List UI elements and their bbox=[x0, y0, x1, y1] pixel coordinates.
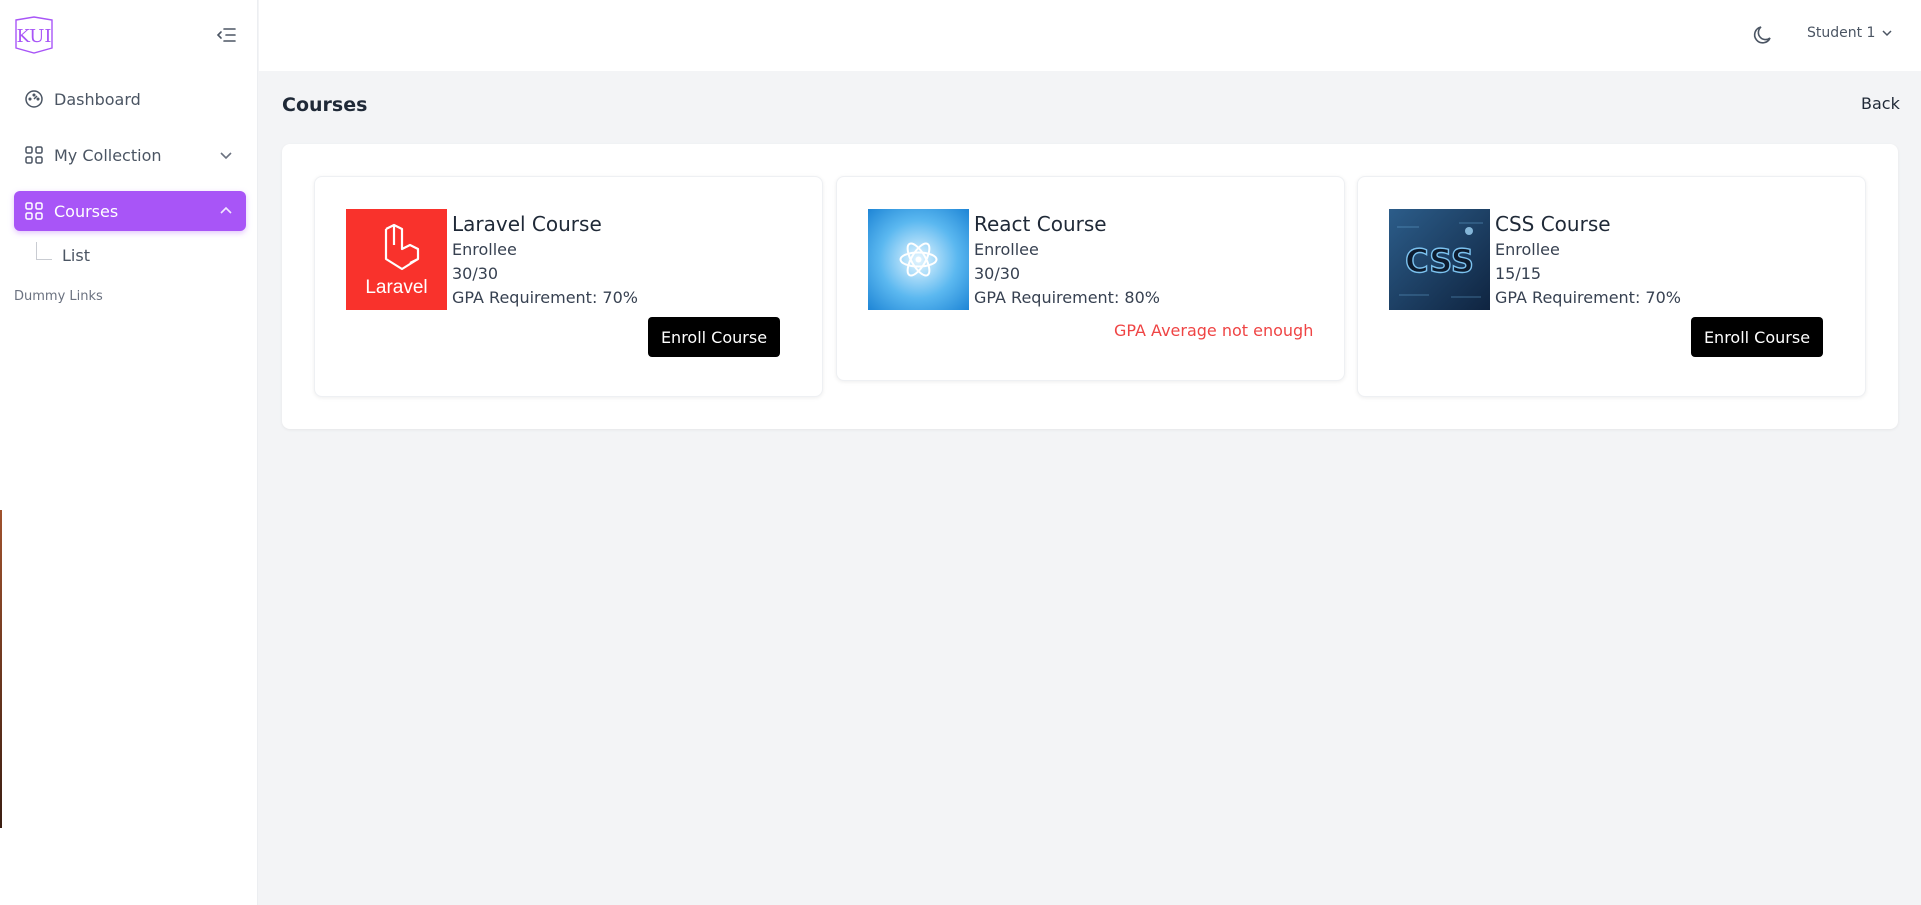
sidebar-item-label: Dashboard bbox=[54, 89, 141, 109]
grid-icon bbox=[24, 201, 44, 221]
tree-connector bbox=[36, 242, 52, 260]
chevron-up-icon bbox=[218, 203, 234, 219]
sidebar-subitem-label: List bbox=[62, 245, 90, 265]
sidebar-subitem-list[interactable]: List bbox=[36, 240, 90, 270]
moon-icon[interactable] bbox=[1750, 22, 1776, 48]
gpa-warning: GPA Average not enough bbox=[1114, 321, 1314, 340]
enrollee-count: 30/30 bbox=[974, 264, 1021, 283]
sidebar-item-label: My Collection bbox=[54, 145, 162, 165]
course-info: React Course Enrollee 30/30 GPA Requirem… bbox=[974, 210, 1160, 310]
background-edge bbox=[0, 510, 2, 828]
user-menu[interactable]: Student 1 bbox=[1807, 25, 1893, 41]
sidebar-item-courses[interactable]: Courses bbox=[14, 191, 246, 231]
course-thumbnail: CSS bbox=[1389, 209, 1490, 310]
course-title: CSS Course bbox=[1495, 212, 1611, 236]
course-info: CSS Course Enrollee 15/15 GPA Requiremen… bbox=[1495, 210, 1681, 310]
enrollee-label: Enrollee bbox=[452, 240, 517, 259]
course-thumbnail: Laravel bbox=[346, 209, 447, 310]
gpa-requirement: GPA Requirement: 80% bbox=[974, 288, 1160, 307]
sidebar: KUI Dashboard My Collection Courses List… bbox=[0, 0, 258, 905]
sidebar-item-label: Courses bbox=[54, 201, 119, 221]
app-logo[interactable]: KUI bbox=[12, 16, 56, 54]
enroll-course-button[interactable]: Enroll Course bbox=[648, 317, 780, 357]
top-header bbox=[259, 0, 1921, 71]
course-title: Laravel Course bbox=[452, 212, 602, 236]
sidebar-item-dashboard[interactable]: Dashboard bbox=[14, 79, 246, 119]
course-thumbnail bbox=[868, 209, 969, 310]
gauge-icon bbox=[24, 89, 44, 109]
enrollee-label: Enrollee bbox=[1495, 240, 1560, 259]
grid-icon bbox=[24, 145, 44, 165]
course-card: React Course Enrollee 30/30 GPA Requirem… bbox=[836, 176, 1345, 381]
back-button[interactable]: Back bbox=[1861, 94, 1900, 113]
menu-collapse-icon[interactable] bbox=[212, 24, 240, 46]
enrollee-label: Enrollee bbox=[974, 240, 1039, 259]
enrollee-count: 15/15 bbox=[1495, 264, 1542, 283]
enrollee-count: 30/30 bbox=[452, 264, 499, 283]
user-name: Student 1 bbox=[1807, 25, 1876, 41]
page-title: Courses bbox=[282, 94, 368, 116]
course-card: CSS CSS Course Enrollee 15/15 GPA Requir… bbox=[1357, 176, 1866, 397]
svg-text:CSS: CSS bbox=[1405, 242, 1474, 280]
sidebar-section-label: Dummy Links bbox=[14, 289, 103, 304]
courses-panel: Laravel Laravel Course Enrollee 30/30 GP… bbox=[282, 144, 1898, 429]
gpa-requirement: GPA Requirement: 70% bbox=[452, 288, 638, 307]
chevron-down-icon bbox=[1881, 27, 1893, 39]
chevron-down-icon bbox=[218, 147, 234, 163]
course-info: Laravel Course Enrollee 30/30 GPA Requir… bbox=[452, 210, 638, 310]
enroll-course-button[interactable]: Enroll Course bbox=[1691, 317, 1823, 357]
svg-text:KUI: KUI bbox=[16, 26, 51, 47]
svg-text:Laravel: Laravel bbox=[365, 277, 427, 298]
course-title: React Course bbox=[974, 212, 1107, 236]
gpa-requirement: GPA Requirement: 70% bbox=[1495, 288, 1681, 307]
sidebar-item-my-collection[interactable]: My Collection bbox=[14, 135, 246, 175]
course-card: Laravel Laravel Course Enrollee 30/30 GP… bbox=[314, 176, 823, 397]
